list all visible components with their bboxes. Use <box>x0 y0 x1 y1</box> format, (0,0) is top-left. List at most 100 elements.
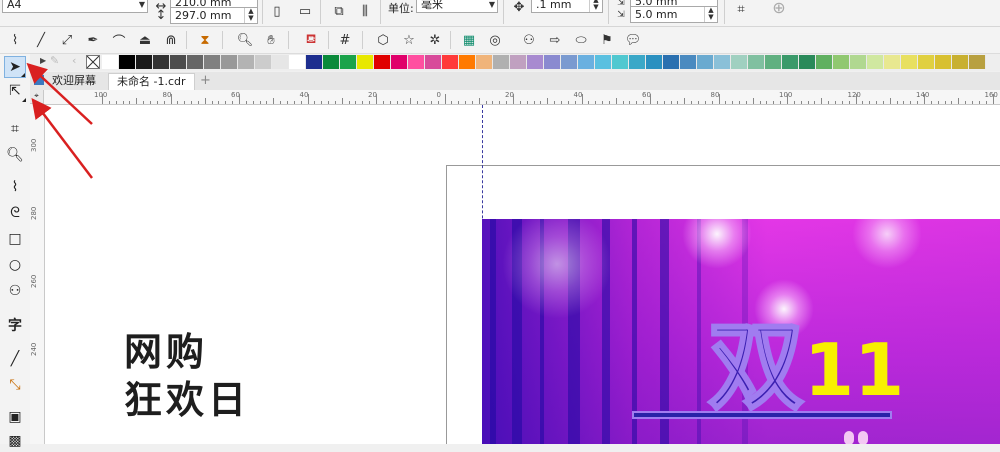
graph-paper-icon[interactable]: ▦ <box>460 31 478 49</box>
color-swatch[interactable] <box>323 55 340 69</box>
rectangle-tool-button[interactable]: □ <box>4 228 26 250</box>
color-swatch[interactable] <box>850 55 867 69</box>
page-size-select[interactable]: A4 ▼ <box>2 0 148 13</box>
mirror-icon[interactable]: ⧗ <box>196 31 214 49</box>
color-swatch[interactable] <box>408 55 425 69</box>
color-swatch[interactable] <box>884 55 901 69</box>
color-swatch[interactable] <box>748 55 765 69</box>
duplicate-y-field[interactable]: 5.0 mm ▲ ▼ <box>630 6 718 23</box>
add-tab-button[interactable]: + <box>196 73 215 89</box>
freehand-icon[interactable]: ⌇ <box>6 31 24 49</box>
color-swatch[interactable] <box>731 55 748 69</box>
color-swatch[interactable] <box>697 55 714 69</box>
color-swatch[interactable] <box>425 55 442 69</box>
callout-shapes-icon[interactable]: 💬︎ <box>624 31 642 49</box>
color-swatch[interactable] <box>714 55 731 69</box>
color-swatch[interactable] <box>901 55 918 69</box>
tab-document[interactable]: 未命名 -1.cdr <box>108 73 195 90</box>
color-swatch[interactable] <box>204 55 221 69</box>
color-swatch[interactable] <box>442 55 459 69</box>
color-swatch[interactable] <box>935 55 952 69</box>
color-swatch[interactable] <box>476 55 493 69</box>
shapes-tool-button[interactable]: ⚇ <box>4 280 26 302</box>
star-icon[interactable]: ☆ <box>400 31 418 49</box>
color-swatch[interactable] <box>272 55 289 69</box>
color-swatch[interactable] <box>663 55 680 69</box>
line-icon[interactable]: ╱ <box>32 31 50 49</box>
color-swatch[interactable] <box>289 55 306 69</box>
color-swatch[interactable] <box>561 55 578 69</box>
color-swatch[interactable] <box>153 55 170 69</box>
drop-shadow-tool-button[interactable]: ▣ <box>4 406 26 428</box>
color-swatch[interactable] <box>221 55 238 69</box>
color-swatch[interactable] <box>170 55 187 69</box>
color-swatch[interactable] <box>629 55 646 69</box>
stepper-icon[interactable]: ▲ ▼ <box>704 7 717 22</box>
portrait-icon[interactable]: ▯ <box>268 2 286 20</box>
color-swatch[interactable] <box>459 55 476 69</box>
color-swatch[interactable] <box>544 55 561 69</box>
color-swatch[interactable] <box>578 55 595 69</box>
color-swatch[interactable] <box>952 55 969 69</box>
color-swatch[interactable] <box>918 55 935 69</box>
color-swatch[interactable] <box>391 55 408 69</box>
landscape-icon[interactable]: ▭ <box>296 2 314 20</box>
b-spline-icon[interactable]: ⌒ <box>110 31 128 50</box>
all-pages-icon[interactable]: ⧉ <box>330 2 348 20</box>
nudge-field[interactable]: .1 mm ▲ ▼ <box>531 0 603 13</box>
stepper-icon[interactable]: ▲ ▼ <box>244 8 257 23</box>
color-swatch[interactable] <box>799 55 816 69</box>
color-swatch[interactable] <box>680 55 697 69</box>
horizontal-ruler[interactable]: 100 80 60 40 20 0 20 40 60 80 100 120 140 160 <box>30 90 1000 105</box>
color-swatch[interactable] <box>340 55 357 69</box>
headline-line-1[interactable]: 网购 <box>124 330 208 374</box>
color-swatch[interactable] <box>357 55 374 69</box>
fill-bucket-icon[interactable]: ⛾ <box>302 31 320 49</box>
color-swatch[interactable] <box>187 55 204 69</box>
color-swatch[interactable] <box>306 55 323 69</box>
ellipse-tool-button[interactable]: ○ <box>4 254 26 276</box>
color-swatch[interactable] <box>816 55 833 69</box>
bezier-icon[interactable]: ⤢ <box>58 31 76 49</box>
color-swatch[interactable] <box>510 55 527 69</box>
headline-line-2[interactable]: 狂欢日 <box>124 378 250 422</box>
banner-image[interactable]: 双 11 <box>482 219 1000 444</box>
color-swatch[interactable] <box>867 55 884 69</box>
color-swatch[interactable] <box>374 55 391 69</box>
color-swatch[interactable] <box>255 55 272 69</box>
current-page-icon[interactable]: ⫼ <box>356 2 374 20</box>
color-swatch[interactable] <box>527 55 544 69</box>
banner-shapes-icon[interactable]: ⚑ <box>598 31 616 49</box>
pen-icon[interactable]: ✒ <box>84 31 102 49</box>
color-swatch[interactable] <box>238 55 255 69</box>
polyline-icon[interactable]: ⏏ <box>136 31 154 49</box>
zoom-icon[interactable]: 🔍︎ <box>236 31 254 49</box>
polygon-icon[interactable]: ⬡ <box>374 31 392 49</box>
page-height-field[interactable]: 297.0 mm ▲ ▼ <box>170 7 258 24</box>
color-swatch[interactable] <box>595 55 612 69</box>
arrow-shapes-icon[interactable]: ⇨ <box>546 31 564 49</box>
text-tool-button[interactable]: 字 <box>4 314 26 336</box>
color-swatch[interactable] <box>969 55 986 69</box>
flowchart-shapes-icon[interactable]: ⬭ <box>572 31 590 49</box>
connector-tool-button[interactable]: ⤡ <box>4 374 26 396</box>
bleed-icon[interactable]: ⌗ <box>732 0 750 18</box>
color-swatch[interactable] <box>612 55 629 69</box>
grid-icon[interactable]: # <box>336 31 354 49</box>
spiral-icon[interactable]: ◎ <box>486 31 504 49</box>
three-point-curve-icon[interactable]: ⋒ <box>162 31 180 49</box>
unit-select[interactable]: 毫米 ▼ <box>416 0 498 13</box>
color-swatch[interactable] <box>765 55 782 69</box>
basic-shapes-icon[interactable]: ⚇ <box>520 31 538 49</box>
color-swatch[interactable] <box>833 55 850 69</box>
color-swatch[interactable] <box>782 55 799 69</box>
pan-hand-icon[interactable]: ✋︎ <box>262 31 280 49</box>
color-swatch[interactable] <box>493 55 510 69</box>
color-swatch[interactable] <box>119 55 136 69</box>
transparency-tool-button[interactable]: ▩ <box>4 430 26 452</box>
parallel-dimension-tool-button[interactable]: ╱ <box>4 348 26 370</box>
complex-star-icon[interactable]: ✲ <box>426 31 444 49</box>
artistic-media-tool-button[interactable]: ᘓ <box>4 202 26 224</box>
stepper-icon[interactable]: ▲ ▼ <box>589 0 602 12</box>
color-swatch[interactable] <box>646 55 663 69</box>
